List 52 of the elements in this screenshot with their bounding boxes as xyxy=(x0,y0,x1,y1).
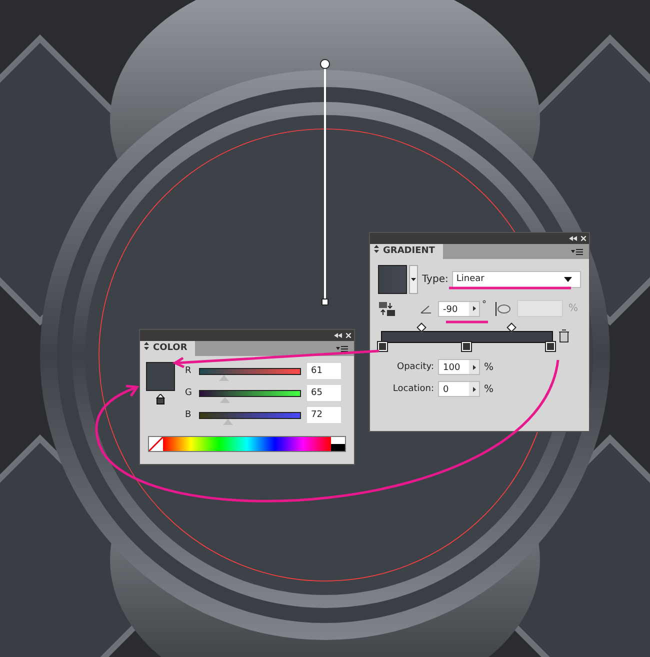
spin-arrow-icon[interactable] xyxy=(472,306,476,311)
midpoint-icon[interactable] xyxy=(506,322,516,332)
slider-thumb[interactable] xyxy=(223,418,233,424)
channel-field[interactable]: 65 xyxy=(307,385,341,401)
opacity-field[interactable]: 100 xyxy=(438,359,480,375)
color-stop-icon[interactable] xyxy=(546,342,555,351)
spin-arrow-icon[interactable] xyxy=(472,386,476,392)
slider-thumb[interactable] xyxy=(219,374,229,380)
out-of-gamut-icon xyxy=(156,394,165,405)
menu-icon[interactable] xyxy=(571,248,586,254)
aspect-ratio-field[interactable] xyxy=(516,300,562,317)
slider-thumb[interactable] xyxy=(220,396,230,402)
location-label: Location: xyxy=(392,384,434,394)
collapse-icon[interactable] xyxy=(334,333,342,338)
annotation-underline xyxy=(446,320,488,324)
panel-tab[interactable]: GRADIENT xyxy=(370,244,443,259)
menu-icon[interactable] xyxy=(336,346,351,352)
channel-field[interactable]: 72 xyxy=(307,407,341,423)
color-stop-icon[interactable] xyxy=(378,342,387,351)
fill-swatch[interactable] xyxy=(146,362,175,391)
color-stop-icon[interactable] xyxy=(462,342,471,351)
channel-field[interactable]: 61 xyxy=(307,363,341,379)
percent-sign: % xyxy=(484,384,494,394)
midpoint-icon[interactable] xyxy=(416,322,426,332)
none-swatch-icon[interactable] xyxy=(149,437,163,451)
location-field[interactable]: 0 xyxy=(438,381,480,397)
angle-field[interactable]: -90 xyxy=(438,300,480,316)
aspect-ratio-icon xyxy=(492,300,510,316)
channel-label: B xyxy=(185,410,192,420)
spin-arrow-icon[interactable] xyxy=(472,364,476,370)
angle-icon xyxy=(420,304,432,314)
channel-label: R xyxy=(185,366,192,376)
degree-sign: ° xyxy=(482,300,486,310)
expand-arrows-icon[interactable] xyxy=(144,342,149,350)
panel-tab[interactable]: COLOR xyxy=(140,341,196,356)
caret-icon[interactable] xyxy=(411,278,416,281)
color-spectrum[interactable] xyxy=(163,437,331,451)
close-icon[interactable] xyxy=(346,333,351,338)
type-label: Type: xyxy=(422,274,448,285)
collapse-icon[interactable] xyxy=(569,236,577,241)
gradient-swatch[interactable] xyxy=(378,265,407,294)
percent-sign: % xyxy=(568,303,578,314)
default-colors-swatch[interactable] xyxy=(331,437,345,451)
reverse-gradient-icon[interactable] xyxy=(378,300,396,316)
type-dropdown[interactable]: Linear xyxy=(452,271,581,288)
trash-icon[interactable] xyxy=(558,329,570,343)
expand-arrows-icon[interactable] xyxy=(374,245,379,253)
percent-sign: % xyxy=(484,362,494,372)
channel-label: G xyxy=(185,388,193,398)
opacity-label: Opacity: xyxy=(396,362,434,372)
swatch-dropdown[interactable] xyxy=(409,265,418,294)
close-icon[interactable] xyxy=(581,236,586,241)
